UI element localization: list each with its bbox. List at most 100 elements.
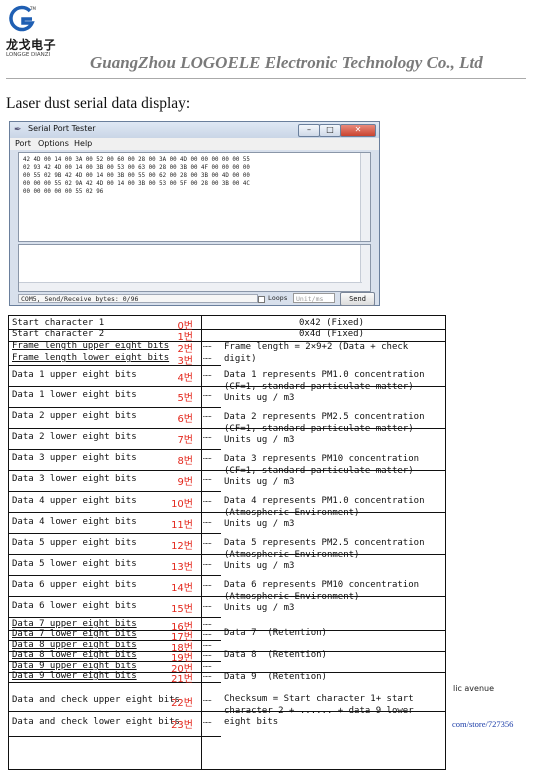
row-byte-index: 11번 [171,520,193,531]
field-description: Data 6 represents PM10 concentration (At… [224,580,420,613]
send-button[interactable]: Send [340,292,375,306]
column-divider [201,316,202,770]
receive-scrollbar[interactable] [360,153,370,241]
row-label: Data 6 upper eight bits [12,580,137,590]
section-heading: Laser dust serial data display: [6,95,191,112]
field-description: 0x4d (Fixed) [299,329,365,339]
window-titlebar[interactable]: ✒ Serial Port Tester – □ ✕ [10,122,379,138]
row-dots: …… [203,671,212,679]
row-label: Data 7 lower eight bits [12,629,137,639]
row-byte-index: 15번 [171,604,193,615]
serial-port-window: ✒ Serial Port Tester – □ ✕ Port Options … [9,121,380,306]
svg-text:TM: TM [29,6,36,11]
side-text-avenue: lic avenue [453,684,495,693]
row-divider [9,575,221,576]
row-dots: …… [203,661,212,669]
company-logo-icon: TM [9,5,36,32]
row-label: Data 5 lower eight bits [12,559,137,569]
row-byte-index: 3번 [177,356,193,367]
header-divider [6,78,526,79]
row-byte-index: 4번 [177,373,193,384]
row-byte-index: 9번 [177,477,193,488]
side-text-store-link[interactable]: com/store/727356 [452,719,513,729]
close-button[interactable]: ✕ [340,124,376,137]
row-label: Data 9 lower eight bits [12,671,137,681]
row-label: Data 4 lower eight bits [12,517,137,527]
row-byte-index: 5번 [177,393,193,404]
row-divider [9,491,221,492]
row-label: Data 3 lower eight bits [12,474,137,484]
row-label: Data 8 upper eight bits [12,640,137,650]
row-byte-index: 12번 [171,541,193,552]
row-byte-index: 6번 [177,414,193,425]
menu-port[interactable]: Port [15,139,31,148]
row-divider [9,736,221,737]
field-description: 0x42 (Fixed) [299,318,365,328]
row-dots: …… [203,453,212,461]
field-description: Data 1 represents PM1.0 concentration (C… [224,370,425,403]
row-divider [9,407,221,408]
app-feather-icon: ✒ [14,125,22,135]
receive-area[interactable]: 42 4D 00 14 00 3A 00 52 00 60 00 28 00 3… [18,152,371,242]
row-dots: …… [203,717,212,725]
row-byte-index: 22번 [171,698,193,709]
row-dots: …… [203,619,212,627]
row-dots: …… [203,629,212,637]
row-dots: …… [203,538,212,546]
row-dots: …… [203,390,212,398]
field-description: Frame length = 2×9+2 (Data + check digit… [224,342,409,364]
logo-text: 龙戈电子 [6,38,57,52]
row-dots: …… [203,474,212,482]
menu-options[interactable]: Options [38,139,69,148]
row-dots: …… [203,411,212,419]
row-label: Data 6 lower eight bits [12,601,137,611]
field-description: Data 9 (Retention) [224,672,327,682]
row-dots: …… [203,640,212,648]
field-description: Data 5 represents PM2.5 concentration (A… [224,538,425,571]
row-byte-index: 10번 [171,499,193,510]
row-dots: …… [203,601,212,609]
loops-label: Loops [268,294,288,302]
row-label: Data 2 upper eight bits [12,411,137,421]
row-dots: …… [203,432,212,440]
row-dots: …… [203,496,212,504]
protocol-table: Start character 1 0번 Start character 2 1번 Fr… [8,315,446,770]
maximize-button[interactable]: □ [319,124,341,137]
row-byte-index: 13번 [171,562,193,573]
menu-help[interactable]: Help [74,139,92,148]
menu-bar: Port Options Help [10,138,379,150]
row-byte-index: 21번 [171,674,193,685]
row-dots: …… [203,559,212,567]
row-dots: …… [203,650,212,658]
row-label: Data 8 lower eight bits [12,650,137,660]
row-label: Data 9 upper eight bits [12,661,137,671]
field-description: Data 2 represents PM2.5 concentration (C… [224,412,425,445]
row-dots: …… [203,341,212,349]
loops-checkbox[interactable] [258,296,265,303]
field-description: Data 4 represents PM1.0 concentration (A… [224,496,425,529]
row-label: Data 7 upper eight bits [12,619,137,629]
status-bar: COM5, Send/Receive bytes: 0/96 [18,294,258,303]
row-label: Data 4 upper eight bits [12,496,137,506]
row-label: Data 3 upper eight bits [12,453,137,463]
field-description: Data 3 represents PM10 concentration (CF… [224,454,420,487]
units-input[interactable]: Unit/ms [293,293,335,303]
window-title: Serial Port Tester [28,124,96,133]
row-label: Data 1 lower eight bits [12,390,137,400]
row-dots: …… [203,580,212,588]
company-name: GuangZhou LOGOELE Electronic Technology … [90,53,483,72]
row-byte-index: 23번 [171,720,193,731]
row-byte-index: 8번 [177,456,193,467]
row-label: Data 5 upper eight bits [12,538,137,548]
field-description: Checksum = Start character 1+ start char… [224,694,414,727]
row-byte-index: 7번 [177,435,193,446]
row-dots: …… [203,517,212,525]
row-label: Data 2 lower eight bits [12,432,137,442]
row-label: Start character 1 [12,318,105,328]
row-dots: …… [203,370,212,378]
received-hex-text: 42 4D 00 14 00 3A 00 52 00 60 00 28 00 3… [23,157,250,195]
minimize-button[interactable]: – [298,124,320,137]
send-input-area[interactable] [18,244,371,292]
field-description: Data 8 (Retention) [224,650,327,660]
send-horizontal-scrollbar[interactable] [19,282,362,291]
